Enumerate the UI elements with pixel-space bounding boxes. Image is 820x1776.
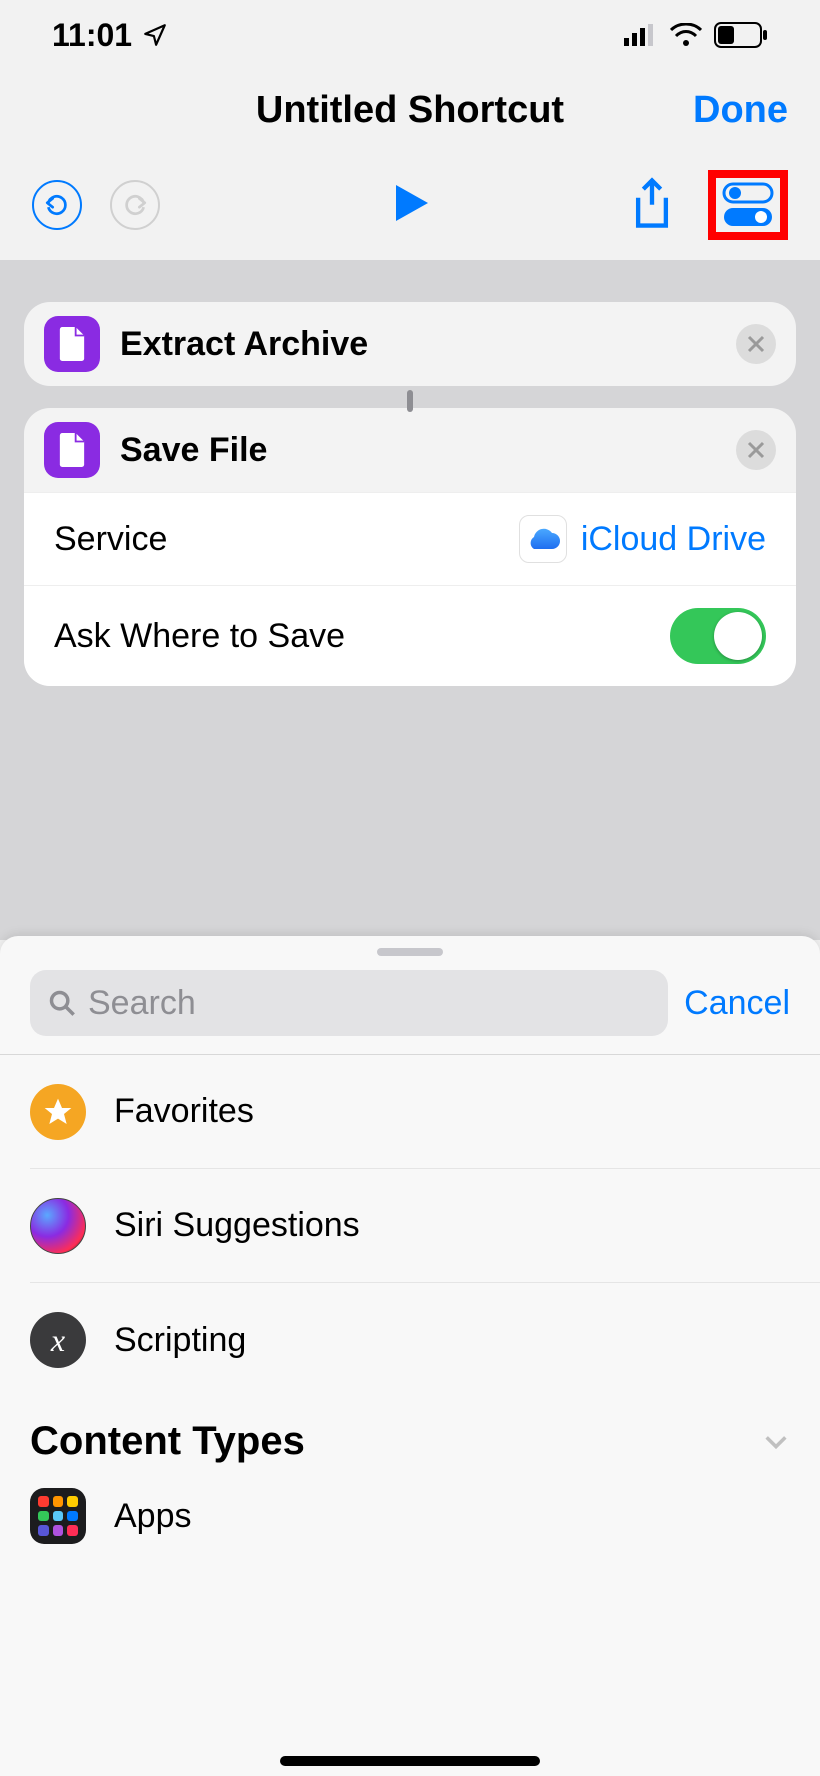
star-icon — [30, 1084, 86, 1140]
wifi-icon — [670, 23, 702, 47]
category-label: Apps — [114, 1497, 192, 1536]
cellular-icon — [624, 24, 658, 46]
category-siri[interactable]: Siri Suggestions — [30, 1169, 820, 1283]
chevron-down-icon — [762, 1428, 790, 1456]
play-button[interactable] — [386, 179, 434, 232]
action-title: Save File — [120, 431, 716, 470]
connector — [407, 390, 413, 412]
undo-button[interactable] — [32, 180, 82, 230]
nav-bar: Untitled Shortcut Done — [0, 70, 820, 150]
icloud-icon — [519, 515, 567, 563]
category-apps[interactable]: Apps — [0, 1476, 820, 1556]
workflow-editor: Extract Archive Save File Service — [0, 260, 820, 940]
category-label: Scripting — [114, 1321, 246, 1360]
service-value: iCloud Drive — [581, 520, 766, 559]
close-icon — [747, 441, 765, 459]
done-button[interactable]: Done — [693, 89, 788, 132]
play-icon — [386, 179, 434, 227]
status-time: 11:01 — [52, 17, 132, 54]
undo-icon — [44, 192, 70, 218]
toolbar — [0, 150, 820, 260]
delete-action-button[interactable] — [736, 324, 776, 364]
apps-icon — [30, 1488, 86, 1544]
battery-icon — [714, 22, 768, 48]
delete-action-button[interactable] — [736, 430, 776, 470]
param-label: Service — [54, 520, 167, 559]
param-label: Ask Where to Save — [54, 617, 345, 656]
redo-button — [110, 180, 160, 230]
category-label: Siri Suggestions — [114, 1206, 360, 1245]
settings-button-highlighted[interactable] — [708, 170, 788, 240]
service-row[interactable]: Service iCloud Drive — [24, 492, 796, 585]
search-icon — [48, 989, 76, 1017]
document-icon — [44, 422, 100, 478]
action-title: Extract Archive — [120, 325, 716, 364]
status-bar: 11:01 — [0, 0, 820, 70]
category-scripting[interactable]: x Scripting — [30, 1283, 820, 1397]
location-icon — [142, 22, 168, 48]
section-content-types[interactable]: Content Types — [0, 1397, 820, 1476]
close-icon — [747, 335, 765, 353]
ask-where-row: Ask Where to Save — [24, 585, 796, 686]
category-favorites[interactable]: Favorites — [30, 1055, 820, 1169]
action-library-drawer[interactable]: Search Cancel Favorites Siri Suggestions… — [0, 936, 820, 1776]
category-label: Favorites — [114, 1092, 254, 1131]
scripting-icon: x — [30, 1312, 86, 1368]
ask-where-switch[interactable] — [670, 608, 766, 664]
search-field[interactable]: Search — [30, 970, 668, 1036]
home-indicator[interactable] — [280, 1756, 540, 1766]
section-title: Content Types — [30, 1419, 305, 1464]
document-icon — [44, 316, 100, 372]
redo-icon — [122, 192, 148, 218]
search-placeholder: Search — [88, 984, 196, 1023]
action-card[interactable]: Save File Service iCloud Drive Ask Where… — [24, 408, 796, 686]
action-card[interactable]: Extract Archive — [24, 302, 796, 386]
share-icon — [630, 177, 674, 229]
drawer-grabber[interactable] — [377, 948, 443, 956]
siri-icon — [30, 1198, 86, 1254]
share-button[interactable] — [630, 177, 674, 234]
cancel-button[interactable]: Cancel — [684, 984, 790, 1023]
page-title: Untitled Shortcut — [256, 89, 564, 132]
toggles-icon — [720, 182, 776, 228]
